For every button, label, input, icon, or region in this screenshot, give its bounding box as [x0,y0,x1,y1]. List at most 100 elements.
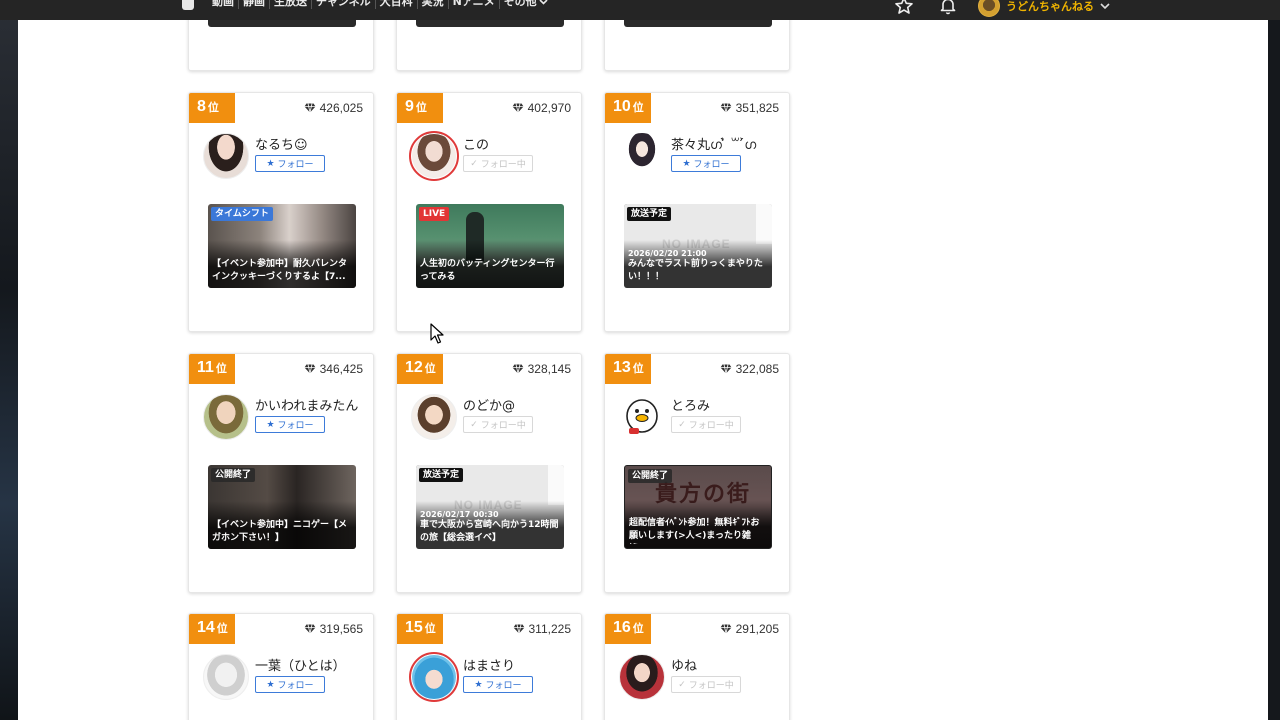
nav-item-seiga[interactable]: 静画 [239,0,270,9]
rank-badge: 11 位 [189,354,235,384]
nav-item-channel[interactable]: チャンネル [312,0,376,9]
follow-button[interactable]: ★ フォロー [255,676,325,693]
follow-label: フォロー [693,160,730,170]
following-button[interactable]: ✓ フォロー中 [671,416,741,433]
user-name[interactable]: なるち☺ [255,134,308,153]
niconico-logo-icon[interactable] [182,0,194,10]
following-label: フォロー中 [688,421,734,431]
user-name[interactable]: はまさり [463,655,515,674]
gift-points: 311,225 [513,622,571,636]
follow-button[interactable]: ★ フォロー [463,676,533,693]
stream-thumbnail[interactable]: タイムシフト 【イベント参加中】耐久バレンタインクッキーづくりするよ【7... [208,204,356,288]
avatar[interactable] [619,654,665,700]
rank-number: 13 [613,359,631,376]
user-name: うどんちゃんねる [1006,0,1094,13]
ranking-card[interactable]: 12位 328,145 のどか@ ✓フォロー中 NO IMAGE 放送予定 20… [396,353,582,593]
avatar-duck-icon[interactable] [619,394,665,440]
avatar-live[interactable] [409,652,459,702]
following-label: フォロー中 [480,160,526,170]
user-name[interactable]: のどか@ [463,395,515,414]
top-nav-bar: 動画 静画 生放送 チャンネル 大百科 実況 Nアニメ その他 うどんちゃんねる [0,0,1280,20]
star-icon[interactable] [894,0,914,16]
rank-badge: 8位 [189,93,235,123]
user-name[interactable]: かいわれまみたん [255,395,358,414]
stream-thumbnail[interactable]: NO IMAGE 放送予定 2026/02/20 21:00 みんなでラスト前り… [624,204,772,288]
points-value: 351,825 [735,101,779,115]
bell-icon[interactable] [938,0,958,16]
follow-button[interactable]: ★ フォロー [671,155,741,172]
stream-thumbnail[interactable]: NO IMAGE 放送予定 2026/02/17 00:30 車で大阪から宮崎へ… [416,465,564,549]
rank-badge: 12 位 [397,354,443,384]
rank-suffix: 位 [632,623,644,635]
points-value: 402,970 [527,101,571,115]
avatar-live[interactable] [409,131,459,181]
gift-points: 319,565 [304,622,363,636]
nav-item-video[interactable]: 動画 [208,0,239,9]
rank-number: 12 [405,359,423,376]
star-icon: ★ [474,679,483,690]
points-value: 328,145 [527,362,571,376]
scheduled-date: 2026/02/20 21:00 [628,249,707,258]
live-badge: LIVE [419,207,450,221]
star-icon: ★ [266,158,275,169]
ranking-card[interactable]: 15 位 311,225 はまさり ★ フォロー [396,613,582,720]
star-icon: ★ [266,419,275,430]
user-name[interactable]: 一葉（ひとは） [255,655,346,674]
avatar[interactable] [203,394,249,440]
user-name[interactable]: 茶々丸ഗ ͗̀ ꒳ ͗́ഗ [671,134,756,153]
stream-thumbnail[interactable]: LIVE 人生初のバッティングセンター行ってみる [416,204,564,288]
rank-number: 11 [197,359,214,376]
avatar[interactable] [203,133,249,179]
nav-item-anime[interactable]: Nアニメ [449,0,500,9]
following-button[interactable]: ✓ フォロー中 [671,676,741,693]
screen: 動画 静画 生放送 チャンネル 大百科 実況 Nアニメ その他 うどんちゃんねる [0,0,1280,720]
nav-item-more[interactable]: その他 [500,0,552,9]
user-name[interactable]: この [463,134,489,153]
stream-title: 【イベント参加中】ニコゲー【メガホン下さい！】 [212,520,348,543]
nav-item-live[interactable]: 生放送 [270,0,312,9]
gift-points: 346,425 [304,362,363,376]
points-value: 346,425 [319,362,363,376]
stream-thumbnail[interactable]: 公開終了 【イベント参加中】ニコゲー【メガホン下さい！】 [208,465,356,549]
stream-thumbnail[interactable]: 貴方の街 公開終了 超配信者ｲﾍﾞﾝﾄ参加！無料ｷﾞﾌﾄお願いします(>人<)ま… [624,465,772,549]
user-menu[interactable]: うどんちゃんねる [978,0,1110,17]
gem-icon [512,103,524,113]
stream-title: みんなでラスト前りっくまやりたい！！！ [628,259,763,282]
following-label: フォロー中 [688,681,734,691]
ranking-card[interactable]: 10位 351,825 茶々丸ഗ ͗̀ ꒳ ͗́ഗ ★フォロー NO IMAGE… [604,92,790,332]
rank-number: 16 [613,619,631,636]
avatar[interactable] [411,394,457,440]
user-name[interactable]: ゆね [671,655,697,674]
user-avatar [978,0,1000,17]
gem-icon [512,364,524,374]
nav-item-dic[interactable]: 大百科 [376,0,418,9]
check-icon: ✓ [678,419,686,430]
star-icon: ★ [266,679,275,690]
gem-icon [513,624,524,634]
ranking-card[interactable]: 11 位 346,425 かいわれまみたん ★ フォロー 公開終了 【イベント参加中… [188,353,374,593]
gift-points: 322,085 [720,362,779,376]
ranking-card[interactable]: 16 位 291,205 ゆね ✓ フォロー中 [604,613,790,720]
nav-item-jk[interactable]: 実況 [418,0,449,9]
check-icon: ✓ [678,679,686,690]
ranking-card[interactable]: 9位 402,970 この ✓ フォロー中 LIVE 人生初のバッティングセンター… [396,92,582,332]
follow-button[interactable]: ★ フォロー [255,416,325,433]
ranking-card[interactable]: 13 位 322,085 とろみ ✓ フォロー中 貴方の街 公開終了 超配信者ｲﾍﾞ… [604,353,790,593]
avatar[interactable] [203,654,249,700]
ended-badge: 公開終了 [628,469,673,483]
following-button[interactable]: ✓ フォロー中 [463,155,533,172]
follow-button[interactable]: ★ フォロー [255,155,325,172]
ranking-card[interactable]: 14 位 319,565 一葉（ひとは） ★ フォロー [188,613,374,720]
user-name[interactable]: とろみ [671,395,710,414]
star-icon: ★ [682,158,691,169]
ranking-card[interactable]: 8位 426,025 なるち☺ ★ フォロー タイムシフト 【イベント参加中】耐久… [188,92,374,332]
following-label: フォロー中 [480,421,526,431]
gem-icon [304,624,316,634]
following-button[interactable]: ✓ フォロー中 [463,416,533,433]
scheduled-badge: 放送予定 [419,468,464,482]
rank-number: 14 [197,619,215,636]
nav-menu: 動画 静画 生放送 チャンネル 大百科 実況 Nアニメ その他 [208,0,552,9]
avatar[interactable] [619,133,665,179]
placeholder-edge [548,465,564,505]
rank-suffix: 位 [415,102,427,114]
